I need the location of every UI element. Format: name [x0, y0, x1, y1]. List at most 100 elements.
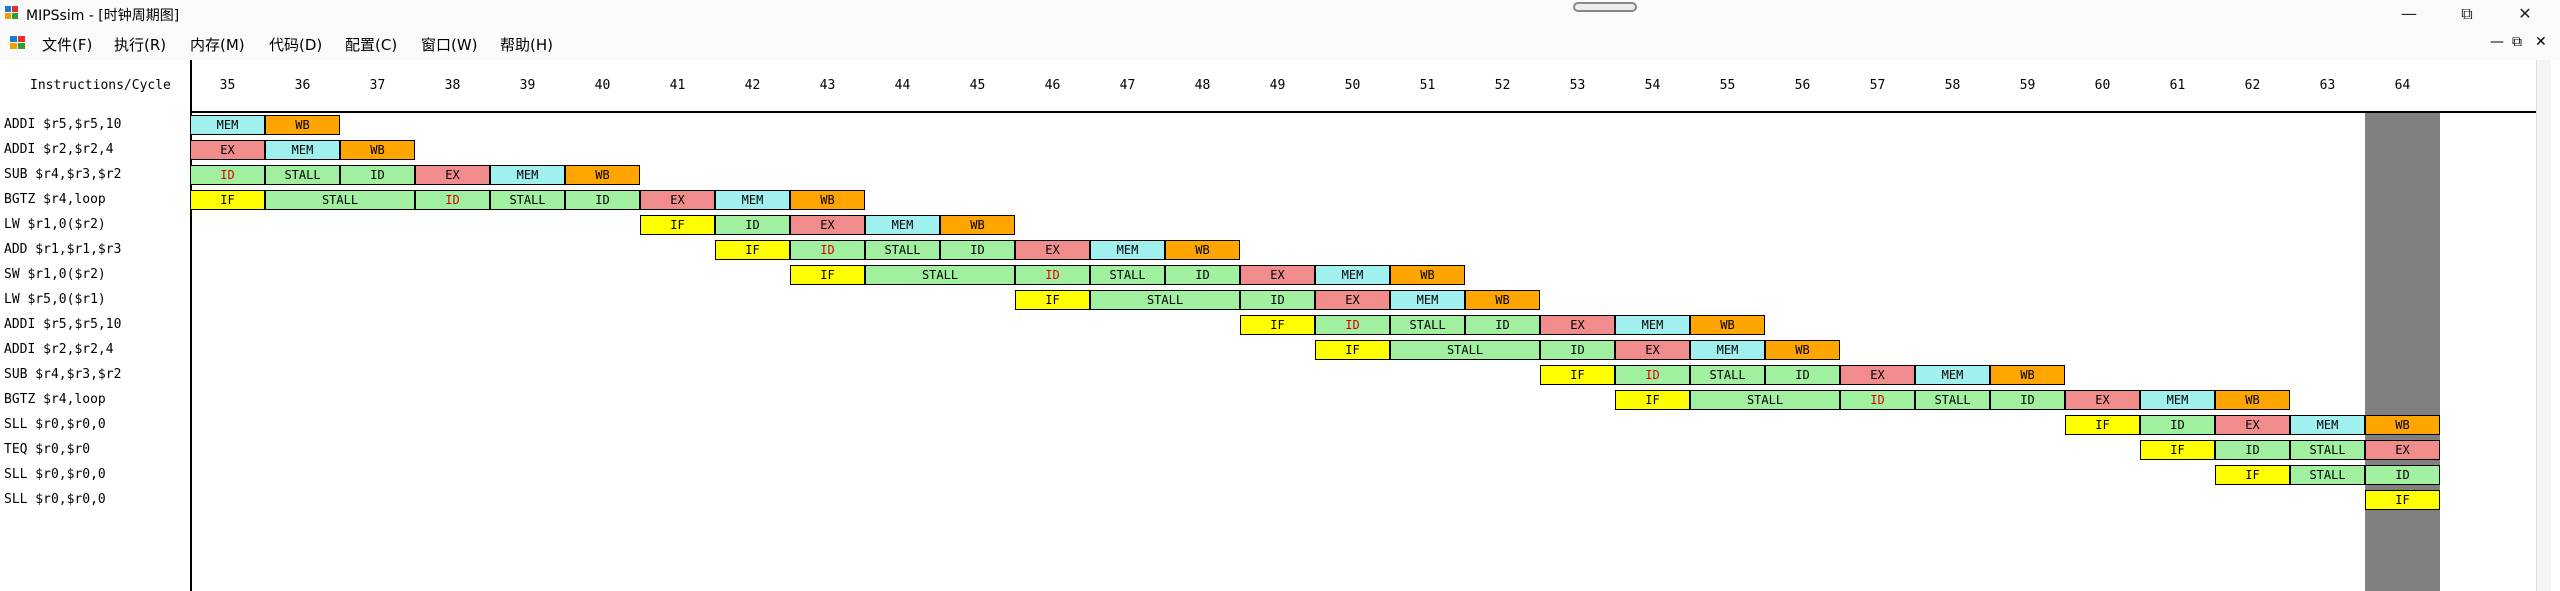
- cycle-header: 41: [669, 78, 686, 93]
- menu-run[interactable]: 执行(R): [114, 34, 166, 55]
- minimize-button[interactable]: —: [2386, 2, 2432, 26]
- stage-cell-id: ID: [2215, 440, 2290, 460]
- scroll-indicator[interactable]: [1573, 2, 1637, 12]
- stage-cell-id: ID: [1315, 315, 1390, 335]
- stage-cell-mem: MEM: [265, 140, 340, 160]
- vertical-scrollbar[interactable]: [2536, 60, 2551, 591]
- stage-cell-if: IF: [1240, 315, 1315, 335]
- stage-cell-wb: WB: [340, 140, 415, 160]
- stage-cell-mem: MEM: [865, 215, 940, 235]
- stage-cell-ex: EX: [2365, 440, 2440, 460]
- title-bar: MIPSsim - [时钟周期图] — ⧉ ✕: [0, 0, 2560, 28]
- mdi-minimize-button[interactable]: —: [2490, 34, 2504, 50]
- stage-cell-mem: MEM: [2290, 415, 2365, 435]
- stage-cell-mem: MEM: [490, 165, 565, 185]
- stage-cell-if: IF: [190, 190, 265, 210]
- menu-code[interactable]: 代码(D): [269, 34, 322, 55]
- stage-cell-stall: STALL: [265, 165, 340, 185]
- cycle-header: 59: [2019, 78, 2036, 93]
- mdi-document-icon[interactable]: [10, 36, 26, 50]
- stage-cell-mem: MEM: [1315, 265, 1390, 285]
- cycle-header: 56: [1794, 78, 1811, 93]
- stage-cell-mem: MEM: [1690, 340, 1765, 360]
- cycle-header: 63: [2319, 78, 2336, 93]
- stage-cell-wb: WB: [265, 115, 340, 135]
- stage-cell-stall: STALL: [1390, 340, 1540, 360]
- mdi-restore-button[interactable]: ⧉: [2512, 34, 2522, 50]
- stage-cell-mem: MEM: [2140, 390, 2215, 410]
- stage-cell-wb: WB: [1690, 315, 1765, 335]
- menu-file[interactable]: 文件(F): [42, 34, 92, 55]
- cycle-header: 57: [1869, 78, 1886, 93]
- stage-cell-id: ID: [1015, 265, 1090, 285]
- instruction-label: LW $r5,0($r1): [4, 292, 106, 307]
- stage-cell-stall: STALL: [265, 190, 415, 210]
- header-divider: [190, 111, 2536, 113]
- stage-cell-id: ID: [1465, 315, 1540, 335]
- cycle-header: 40: [594, 78, 611, 93]
- stage-cell-if: IF: [1615, 390, 1690, 410]
- stage-cell-wb: WB: [1465, 290, 1540, 310]
- maximize-button[interactable]: ⧉: [2444, 2, 2490, 26]
- instructions-cycle-header: Instructions/Cycle: [30, 78, 171, 93]
- stage-cell-if: IF: [1015, 290, 1090, 310]
- cycle-header: 51: [1419, 78, 1436, 93]
- instruction-label: ADDI $r5,$r5,10: [4, 117, 122, 132]
- instruction-label: SUB $r4,$r3,$r2: [4, 167, 122, 182]
- stage-cell-stall: STALL: [1090, 265, 1165, 285]
- menu-memory[interactable]: 内存(M): [190, 34, 245, 55]
- menu-window[interactable]: 窗口(W): [421, 34, 478, 55]
- stage-cell-wb: WB: [790, 190, 865, 210]
- stage-cell-id: ID: [190, 165, 265, 185]
- stage-cell-id: ID: [565, 190, 640, 210]
- cycle-header: 46: [1044, 78, 1061, 93]
- stage-cell-if: IF: [2215, 465, 2290, 485]
- menu-bar: 文件(F) 执行(R) 内存(M) 代码(D) 配置(C) 窗口(W) 帮助(H…: [0, 28, 2560, 60]
- instruction-label: SUB $r4,$r3,$r2: [4, 367, 122, 382]
- cycle-header: 35: [219, 78, 236, 93]
- stage-cell-if: IF: [1540, 365, 1615, 385]
- instruction-label: SLL $r0,$r0,0: [4, 467, 106, 482]
- stage-cell-stall: STALL: [490, 190, 565, 210]
- cycle-header: 38: [444, 78, 461, 93]
- stage-cell-id: ID: [415, 190, 490, 210]
- stage-cell-if: IF: [2365, 490, 2440, 510]
- instruction-label: BGTZ $r4,loop: [4, 392, 106, 407]
- stage-cell-ex: EX: [2065, 390, 2140, 410]
- menu-help[interactable]: 帮助(H): [500, 34, 553, 55]
- mdi-close-button[interactable]: ✕: [2535, 34, 2547, 50]
- stage-cell-ex: EX: [1840, 365, 1915, 385]
- stage-cell-id: ID: [1240, 290, 1315, 310]
- stage-cell-mem: MEM: [1915, 365, 1990, 385]
- menu-config[interactable]: 配置(C): [345, 34, 397, 55]
- instruction-label: SLL $r0,$r0,0: [4, 492, 106, 507]
- stage-cell-id: ID: [715, 215, 790, 235]
- stage-cell-wb: WB: [1990, 365, 2065, 385]
- cycle-header: 53: [1569, 78, 1586, 93]
- stage-cell-stall: STALL: [865, 265, 1015, 285]
- stage-cell-ex: EX: [1615, 340, 1690, 360]
- stage-cell-if: IF: [2140, 440, 2215, 460]
- stage-cell-id: ID: [940, 240, 1015, 260]
- close-button[interactable]: ✕: [2502, 2, 2548, 26]
- stage-cell-ex: EX: [790, 215, 865, 235]
- stage-cell-ex: EX: [1315, 290, 1390, 310]
- stage-cell-ex: EX: [2215, 415, 2290, 435]
- stage-cell-mem: MEM: [715, 190, 790, 210]
- stage-cell-mem: MEM: [1090, 240, 1165, 260]
- cycle-header: 54: [1644, 78, 1661, 93]
- stage-cell-id: ID: [2140, 415, 2215, 435]
- stage-cell-ex: EX: [1540, 315, 1615, 335]
- cycle-header: 37: [369, 78, 386, 93]
- stage-cell-wb: WB: [565, 165, 640, 185]
- stage-cell-mem: MEM: [1615, 315, 1690, 335]
- stage-cell-if: IF: [715, 240, 790, 260]
- cycle-header: 43: [819, 78, 836, 93]
- cycle-header: 62: [2244, 78, 2261, 93]
- cycle-header: 61: [2169, 78, 2186, 93]
- current-cycle-highlight: [2365, 113, 2440, 591]
- instruction-label: SW $r1,0($r2): [4, 267, 106, 282]
- stage-cell-id: ID: [340, 165, 415, 185]
- window-title: MIPSsim - [时钟周期图]: [26, 8, 180, 24]
- stage-cell-mem: MEM: [1390, 290, 1465, 310]
